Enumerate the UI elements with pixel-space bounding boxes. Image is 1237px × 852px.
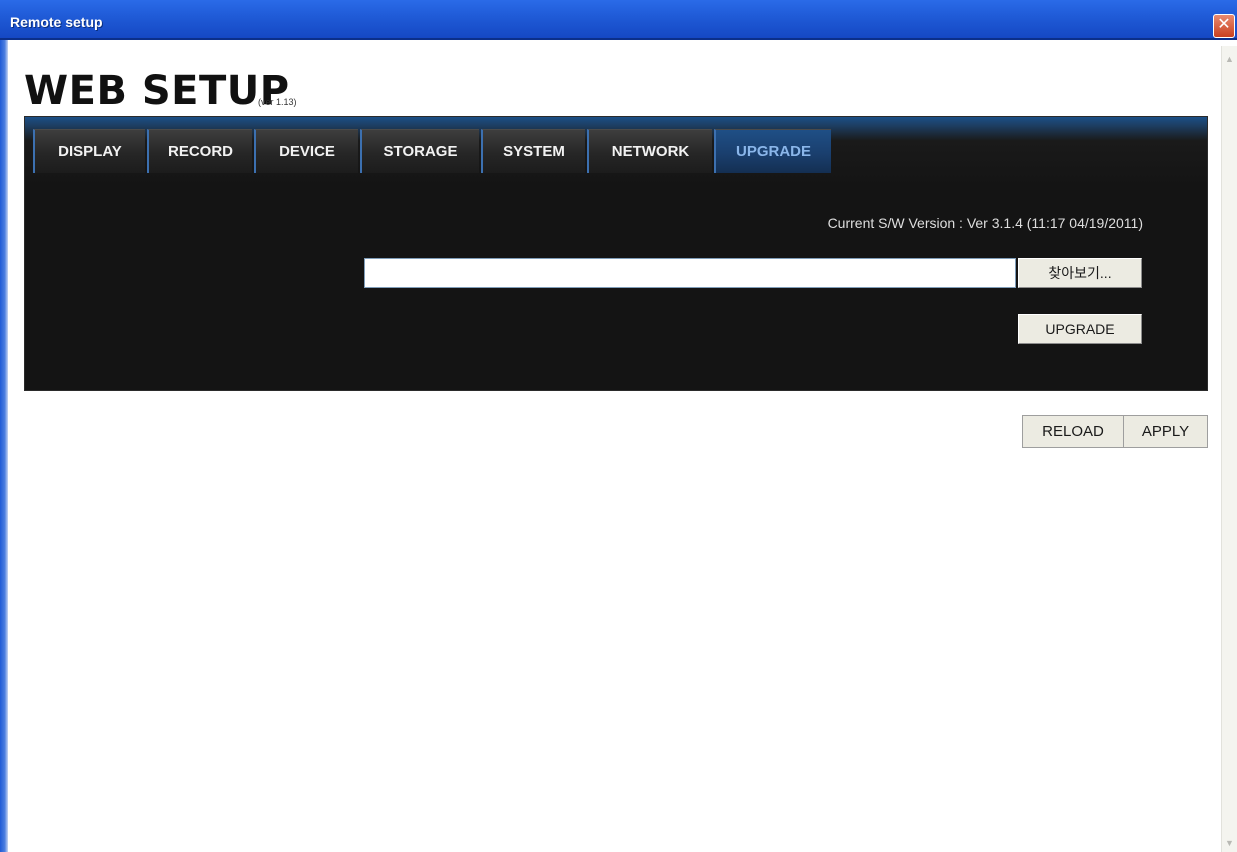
browse-button[interactable]: 찾아보기...: [1018, 258, 1142, 288]
window-title-bar: Remote setup ✕: [0, 0, 1237, 40]
tab-record[interactable]: RECORD: [147, 129, 252, 173]
tab-system[interactable]: SYSTEM: [481, 129, 585, 173]
window-frame-left: [0, 40, 8, 852]
tab-storage[interactable]: STORAGE: [360, 129, 479, 173]
current-sw-version: Current S/W Version : Ver 3.1.4 (11:17 0…: [827, 215, 1143, 231]
page-title: WEB SETUP: [24, 68, 290, 114]
app-version: (ver 1.13): [258, 97, 297, 107]
window-title: Remote setup: [10, 14, 103, 30]
firmware-file-input[interactable]: [364, 258, 1016, 288]
scroll-up-arrow-icon[interactable]: ▲: [1222, 52, 1237, 66]
reload-button[interactable]: RELOAD: [1022, 415, 1124, 448]
tab-display[interactable]: DISPLAY: [33, 129, 145, 173]
vertical-scrollbar[interactable]: ▲ ▼: [1221, 46, 1237, 852]
settings-panel: DISPLAY RECORD DEVICE STORAGE SYSTEM NET…: [24, 116, 1208, 391]
tab-device[interactable]: DEVICE: [254, 129, 358, 173]
apply-button[interactable]: APPLY: [1124, 415, 1208, 448]
tab-bar: DISPLAY RECORD DEVICE STORAGE SYSTEM NET…: [25, 117, 1207, 187]
upgrade-button[interactable]: UPGRADE: [1018, 314, 1142, 344]
tab-upgrade[interactable]: UPGRADE: [714, 129, 831, 173]
close-icon[interactable]: ✕: [1213, 14, 1235, 38]
tab-network[interactable]: NETWORK: [587, 129, 712, 173]
scroll-down-arrow-icon[interactable]: ▼: [1222, 836, 1237, 850]
